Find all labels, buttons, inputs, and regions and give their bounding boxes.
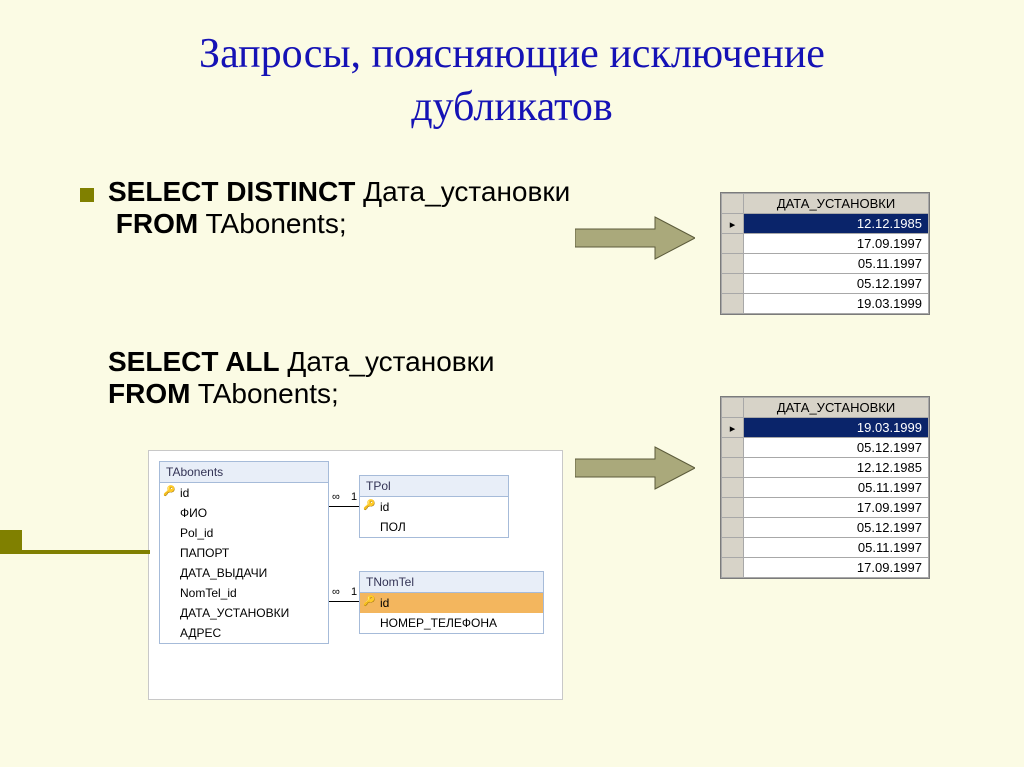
field: ПАПОРТ [160,543,328,563]
table-title: TPol [360,476,508,497]
cell: 12.12.1985 [744,458,929,478]
field: id [160,483,328,503]
table-row: 05.11.1997 [722,538,929,558]
field: ДАТА_ВЫДАЧИ [160,563,328,583]
decoration-bar [0,530,22,550]
cell: 12.12.1985 [744,214,929,234]
field: id [360,593,543,613]
decoration-line [0,550,150,554]
column-header: ДАТА_УСТАНОВКИ [744,194,929,214]
relation-line [329,506,359,507]
field: АДРЕС [160,623,328,643]
sql-all-block: SELECT ALL Дата_установки FROM TAbonents… [108,346,495,410]
table-row: 05.12.1997 [722,518,929,538]
col-name: Дата_установки [280,346,495,377]
table-name: TAbonents; [190,378,338,409]
cell: 19.03.1999 [744,418,929,438]
field: ПОЛ [360,517,508,537]
table-row: 05.11.1997 [722,254,929,274]
table-row: 17.09.1997 [722,498,929,518]
result-grid-distinct: ДАТА_УСТАНОВКИ 12.12.1985 17.09.1997 05.… [720,192,930,315]
field: НОМЕР_ТЕЛЕФОНА [360,613,543,633]
table-row: 19.03.1999 [722,418,929,438]
cell: 05.11.1997 [744,478,929,498]
cell: 05.12.1997 [744,274,929,294]
table-title: TAbonents [160,462,328,483]
col-name: Дата_установки [355,176,570,207]
table-row: 05.12.1997 [722,438,929,458]
table-tpol: TPol id ПОЛ [359,475,509,538]
result-grid-all: ДАТА_УСТАНОВКИ 19.03.1999 05.12.1997 12.… [720,396,930,579]
corner-cell [722,194,744,214]
select-distinct-kw: SELECT DISTINCT [108,176,355,207]
cell: 05.12.1997 [744,518,929,538]
field: NomTel_id [160,583,328,603]
cell: 05.11.1997 [744,254,929,274]
cardinality-one: 1 [351,586,357,598]
cell: 05.11.1997 [744,538,929,558]
cell: 17.09.1997 [744,498,929,518]
title-line1: Запросы, поясняющие исключение [199,31,825,77]
from-kw: FROM [108,378,190,409]
field: Pol_id [160,523,328,543]
relationship-diagram: TAbonents id ФИО Pol_id ПАПОРТ ДАТА_ВЫДА… [148,450,563,700]
cell: 17.09.1997 [744,558,929,578]
table-row: 17.09.1997 [722,234,929,254]
field: ФИО [160,503,328,523]
table-row: 12.12.1985 [722,458,929,478]
row-pointer-icon [722,418,744,438]
slide-title: Запросы, поясняющие исключение дубликато… [0,0,1024,133]
table-title: TNomTel [360,572,543,593]
table-row: 12.12.1985 [722,214,929,234]
bullet-icon [80,188,94,202]
field: ДАТА_УСТАНОВКИ [160,603,328,623]
table-row: 19.03.1999 [722,294,929,314]
title-line2: дубликатов [411,84,613,130]
arrow-icon [575,215,695,261]
table-tabonents: TAbonents id ФИО Pol_id ПАПОРТ ДАТА_ВЫДА… [159,461,329,644]
select-all-kw: SELECT ALL [108,346,280,377]
column-header: ДАТА_УСТАНОВКИ [744,398,929,418]
cell: 05.12.1997 [744,438,929,458]
table-row: 05.11.1997 [722,478,929,498]
row-pointer-icon [722,214,744,234]
sql-distinct-block: SELECT DISTINCT Дата_установки FROM TAbo… [108,176,570,240]
arrow-icon [575,445,695,491]
cell: 17.09.1997 [744,234,929,254]
relation-line [329,601,359,602]
table-name: TAbonents; [198,208,346,239]
table-row: 17.09.1997 [722,558,929,578]
cardinality-inf: ∞ [332,491,340,503]
field: id [360,497,508,517]
cardinality-one: 1 [351,491,357,503]
corner-cell [722,398,744,418]
cardinality-inf: ∞ [332,586,340,598]
table-row: 05.12.1997 [722,274,929,294]
table-tnomtel: TNomTel id НОМЕР_ТЕЛЕФОНА [359,571,544,634]
cell: 19.03.1999 [744,294,929,314]
from-kw: FROM [116,208,198,239]
